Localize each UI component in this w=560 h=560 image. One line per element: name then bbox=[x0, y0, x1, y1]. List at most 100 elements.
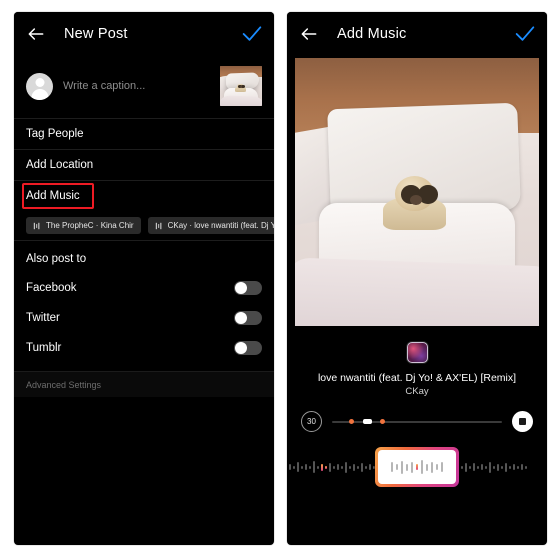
option-add-music[interactable]: Add Music bbox=[14, 181, 274, 211]
waveform-bar bbox=[305, 464, 307, 470]
album-cover-art bbox=[406, 342, 428, 363]
arrow-left-icon[interactable] bbox=[26, 24, 46, 44]
tumblr-toggle[interactable] bbox=[234, 341, 262, 355]
waveform-bar bbox=[289, 464, 291, 470]
waveform-selection-bar bbox=[416, 464, 418, 470]
waveform-bar bbox=[325, 465, 327, 469]
post-thumbnail[interactable] bbox=[220, 66, 262, 106]
waveform-bar bbox=[501, 465, 503, 469]
waveform-bar bbox=[313, 461, 315, 473]
waveform-bar bbox=[485, 465, 487, 469]
waveform-bar bbox=[321, 463, 323, 471]
check-icon[interactable] bbox=[242, 25, 262, 43]
music-suggestion-chips: The PropheC · Kina Chir CKay · love nwan… bbox=[14, 211, 274, 240]
music-chip-label: CKay · love nwantiti (feat. Dj Yo! & AX'… bbox=[167, 221, 274, 230]
music-note-icon bbox=[33, 222, 40, 229]
music-chip-label: The PropheC · Kina Chir bbox=[46, 221, 134, 230]
waveform-zone[interactable] bbox=[287, 444, 547, 490]
scrubber-track bbox=[332, 420, 502, 423]
scrubber[interactable] bbox=[332, 414, 502, 430]
waveform-bar bbox=[369, 464, 371, 470]
stop-button[interactable] bbox=[512, 411, 533, 432]
waveform-bar bbox=[521, 464, 523, 470]
caption-input[interactable]: Write a caption... bbox=[63, 80, 210, 92]
stop-icon bbox=[519, 418, 526, 425]
music-chip[interactable]: CKay · love nwantiti (feat. Dj Yo! & AX'… bbox=[147, 217, 274, 234]
album-art-wrap bbox=[287, 330, 547, 363]
waveform-selection-bar bbox=[421, 460, 423, 474]
scrubber-marker bbox=[349, 418, 354, 424]
waveform-bar bbox=[293, 465, 295, 469]
toggle-row-twitter[interactable]: Twitter bbox=[14, 303, 274, 333]
add-music-appbar: Add Music bbox=[287, 12, 547, 56]
also-post-to-label: Also post to bbox=[26, 253, 87, 265]
toggle-label: Twitter bbox=[26, 312, 60, 324]
waveform-bar bbox=[361, 462, 363, 472]
arrow-left-icon[interactable] bbox=[299, 24, 319, 44]
waveform-bar bbox=[505, 462, 507, 472]
facebook-toggle[interactable] bbox=[234, 281, 262, 295]
avatar bbox=[26, 72, 53, 100]
waveform-bar bbox=[341, 465, 343, 469]
waveform-bar bbox=[473, 463, 475, 471]
waveform-selection-bar bbox=[396, 464, 398, 470]
advanced-settings-label: Advanced Settings bbox=[26, 379, 102, 390]
toggle-row-facebook[interactable]: Facebook bbox=[14, 273, 274, 303]
waveform-bar bbox=[469, 465, 471, 469]
music-chip[interactable]: The PropheC · Kina Chir bbox=[26, 217, 141, 234]
waveform-bar bbox=[345, 461, 347, 473]
waveform-bar bbox=[461, 465, 463, 469]
option-add-location[interactable]: Add Location bbox=[14, 150, 274, 180]
waveform-bar bbox=[317, 465, 319, 469]
waveform-bar bbox=[477, 465, 479, 469]
waveform-bar bbox=[465, 462, 467, 472]
song-title: love nwantiti (feat. Dj Yo! & AX'EL) [Re… bbox=[317, 372, 517, 384]
page-title: Add Music bbox=[337, 26, 407, 42]
toggle-label: Tumblr bbox=[26, 342, 62, 354]
waveform-bar bbox=[481, 464, 483, 470]
waveform-selection-bar bbox=[436, 464, 438, 470]
toggle-row-tumblr[interactable]: Tumblr bbox=[14, 333, 274, 363]
waveform-selection-bar bbox=[406, 463, 408, 471]
check-icon[interactable] bbox=[515, 25, 535, 43]
option-label: Add Location bbox=[26, 159, 94, 171]
waveform-bar bbox=[333, 465, 335, 469]
advanced-settings-row[interactable]: Advanced Settings bbox=[14, 371, 274, 397]
waveform-selection-bar bbox=[411, 461, 413, 473]
waveform-bar bbox=[513, 464, 515, 470]
waveform-bar bbox=[297, 462, 299, 472]
waveform-bar bbox=[517, 465, 519, 469]
waveform-bar bbox=[301, 465, 303, 469]
waveform-bar bbox=[349, 465, 351, 469]
waveform-bar bbox=[497, 463, 499, 471]
waveform-bar bbox=[309, 465, 311, 469]
page-title: New Post bbox=[64, 26, 128, 42]
twitter-toggle[interactable] bbox=[234, 311, 262, 325]
duration-badge[interactable]: 30 bbox=[301, 411, 322, 432]
waveform-selection-bar bbox=[426, 463, 428, 471]
caption-row[interactable]: Write a caption... bbox=[14, 56, 274, 118]
waveform-selection[interactable] bbox=[375, 447, 459, 487]
waveform-bar bbox=[353, 463, 355, 471]
media-preview[interactable] bbox=[287, 56, 547, 330]
waveform-bar bbox=[357, 465, 359, 469]
waveform-selection-bar bbox=[391, 462, 393, 472]
option-tag-people[interactable]: Tag People bbox=[14, 119, 274, 149]
screenshot-stage: New Post Write a caption... Tag People A… bbox=[0, 0, 560, 560]
waveform-bar bbox=[509, 465, 511, 469]
scrubber-handle[interactable] bbox=[362, 418, 372, 424]
new-post-screen: New Post Write a caption... Tag People A… bbox=[14, 12, 274, 545]
waveform-bar bbox=[337, 464, 339, 470]
option-label: Tag People bbox=[26, 128, 84, 140]
music-note-icon bbox=[155, 222, 161, 229]
waveform-selection-bar bbox=[401, 460, 403, 474]
add-music-screen: Add Music love nwantiti (feat. Dj Yo! & … bbox=[287, 12, 547, 545]
waveform-bar bbox=[365, 465, 367, 469]
waveform-bar bbox=[493, 465, 495, 469]
dog-on-bed-photo bbox=[295, 58, 539, 326]
playback-controls: 30 bbox=[287, 397, 547, 432]
waveform-selection-bar bbox=[431, 461, 433, 473]
waveform-bar bbox=[525, 465, 527, 469]
waveform-bar bbox=[489, 461, 491, 473]
song-artist: CKay bbox=[405, 386, 429, 397]
